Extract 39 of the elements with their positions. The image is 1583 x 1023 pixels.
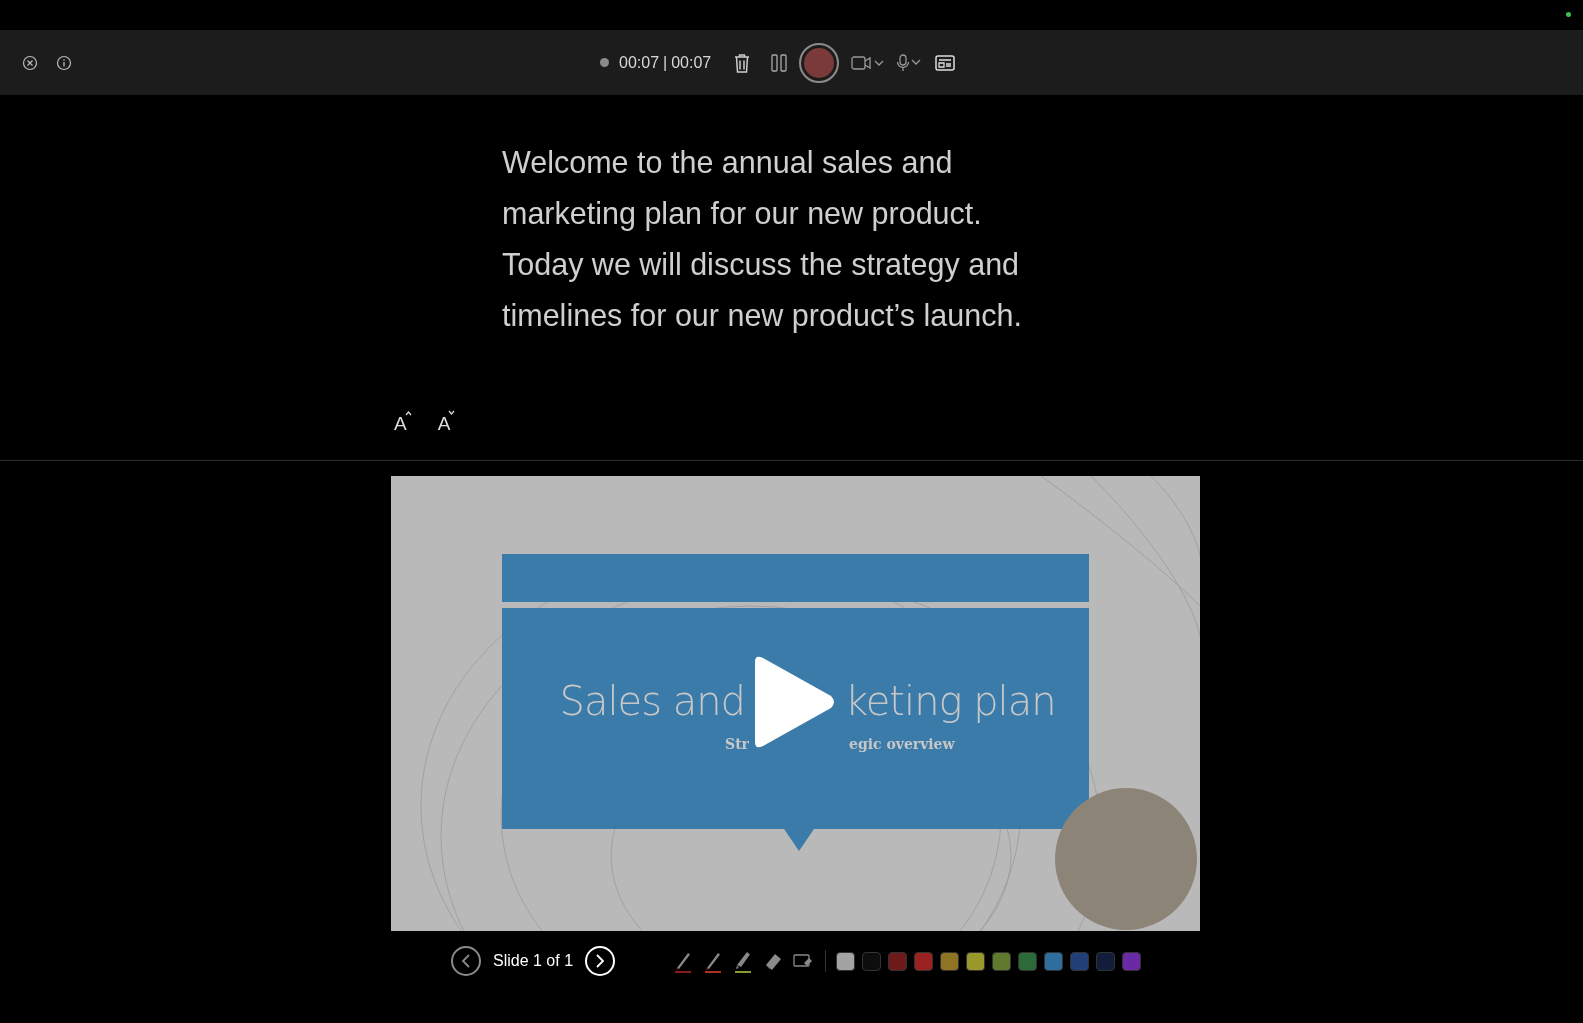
info-icon[interactable] <box>56 54 72 71</box>
caret-icon <box>404 409 412 416</box>
elapsed-time: 00:07 <box>619 53 660 72</box>
teleprompter-text: Welcome to the annual sales and marketing plan for our new product. Today we will discuss the strategy and timelines for our new product’s launch. <box>501 144 1023 335</box>
color-swatch[interactable] <box>1070 951 1090 971</box>
recording-status-dot <box>600 58 609 67</box>
record-button[interactable] <box>799 42 840 83</box>
color-swatch[interactable] <box>940 951 960 971</box>
color-swatch[interactable] <box>888 951 908 971</box>
color-swatch[interactable] <box>966 951 986 971</box>
pause-icon[interactable] <box>771 53 788 72</box>
total-time: 00:07 <box>671 53 712 72</box>
color-swatch[interactable] <box>862 951 882 971</box>
slide-subtitle: Str <box>725 736 749 752</box>
caret-icon <box>448 409 456 416</box>
decrease-font-size-button[interactable]: A <box>437 412 456 435</box>
color-swatch[interactable] <box>836 951 856 971</box>
chevron-right-icon <box>595 953 606 969</box>
color-swatch[interactable] <box>914 951 934 971</box>
close-icon[interactable] <box>22 54 38 71</box>
slide-title: keting plan <box>845 678 1056 724</box>
color-swatch[interactable] <box>992 951 1012 971</box>
next-slide-button[interactable] <box>585 946 616 976</box>
color-swatch[interactable] <box>1096 951 1116 971</box>
color-swatch[interactable] <box>1018 951 1038 971</box>
chevron-left-icon <box>461 953 471 969</box>
slide-subtitle: egic overview <box>849 736 955 752</box>
trash-icon[interactable] <box>733 52 752 73</box>
status-dot <box>1566 11 1571 17</box>
increase-font-size-button[interactable]: A <box>394 412 412 435</box>
color-swatch[interactable] <box>1044 951 1064 971</box>
camera-icon[interactable] <box>851 54 886 71</box>
previous-slide-button[interactable] <box>451 946 481 976</box>
microphone-icon[interactable] <box>895 53 922 72</box>
slide-counter: Slide 1 of 1 <box>493 952 574 970</box>
layout-icon[interactable] <box>935 54 956 71</box>
time-separator: | <box>663 53 668 72</box>
color-swatch[interactable] <box>1122 951 1142 971</box>
slide-title: Sales and <box>559 678 745 724</box>
